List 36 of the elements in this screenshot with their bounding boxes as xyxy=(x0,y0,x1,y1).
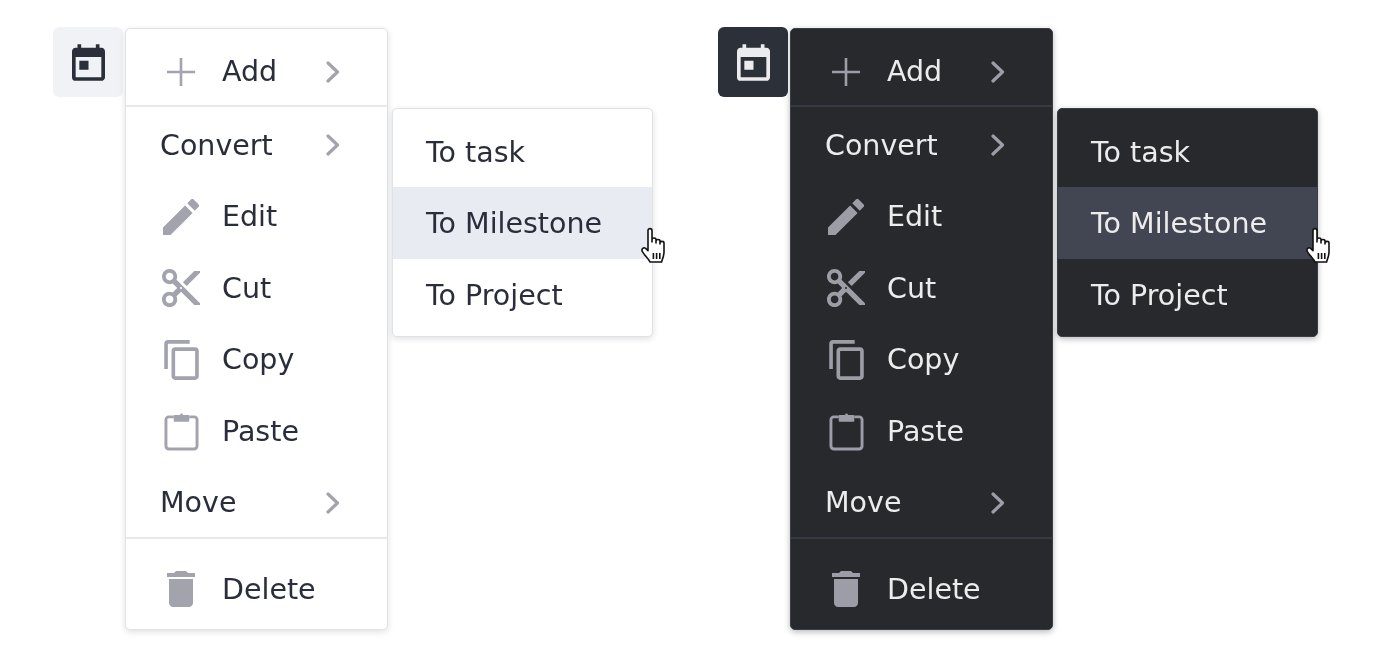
scissors-icon xyxy=(827,269,865,308)
menu-item[interactable]: Edit xyxy=(126,179,387,251)
clipboard-icon xyxy=(828,411,864,452)
submenu-item[interactable]: To task xyxy=(1058,115,1317,187)
menu-item[interactable]: Paste xyxy=(791,393,1052,465)
menu-item[interactable]: Convert xyxy=(791,107,1052,179)
menu-item[interactable]: Delete xyxy=(791,551,1052,623)
menu-item[interactable]: Copy xyxy=(126,322,387,394)
calendar-button[interactable] xyxy=(718,27,788,97)
menu-item[interactable]: Delete xyxy=(126,551,387,623)
calendar-button[interactable] xyxy=(53,27,123,97)
submenu-item[interactable]: To task xyxy=(393,115,652,187)
trash-icon xyxy=(832,571,860,608)
trash-icon xyxy=(167,571,195,608)
menu-item[interactable]: Paste xyxy=(126,393,387,465)
menu-item[interactable]: Cut xyxy=(791,250,1052,322)
plus-icon xyxy=(167,57,195,86)
menu-item[interactable]: Convert xyxy=(126,107,387,179)
menu-item[interactable]: Move xyxy=(126,465,387,537)
pencil-icon xyxy=(163,198,199,235)
menu-item[interactable]: Edit xyxy=(791,179,1052,251)
menu-item[interactable]: Copy xyxy=(791,322,1052,394)
menu-item[interactable]: Move xyxy=(791,465,1052,537)
pencil-icon xyxy=(828,198,864,235)
submenu-item[interactable]: To Project xyxy=(393,258,652,330)
calendar-icon xyxy=(71,43,105,81)
clipboard-icon xyxy=(163,411,199,452)
plus-icon xyxy=(832,57,860,86)
copy-icon xyxy=(828,339,864,380)
copy-icon xyxy=(163,339,199,380)
calendar-icon xyxy=(736,43,770,81)
submenu-item[interactable]: To Project xyxy=(1058,258,1317,330)
menu-item[interactable]: Cut xyxy=(126,250,387,322)
menu-item[interactable]: Add xyxy=(791,37,1052,105)
scissors-icon xyxy=(162,269,200,308)
menu-item[interactable]: Add xyxy=(126,37,387,105)
